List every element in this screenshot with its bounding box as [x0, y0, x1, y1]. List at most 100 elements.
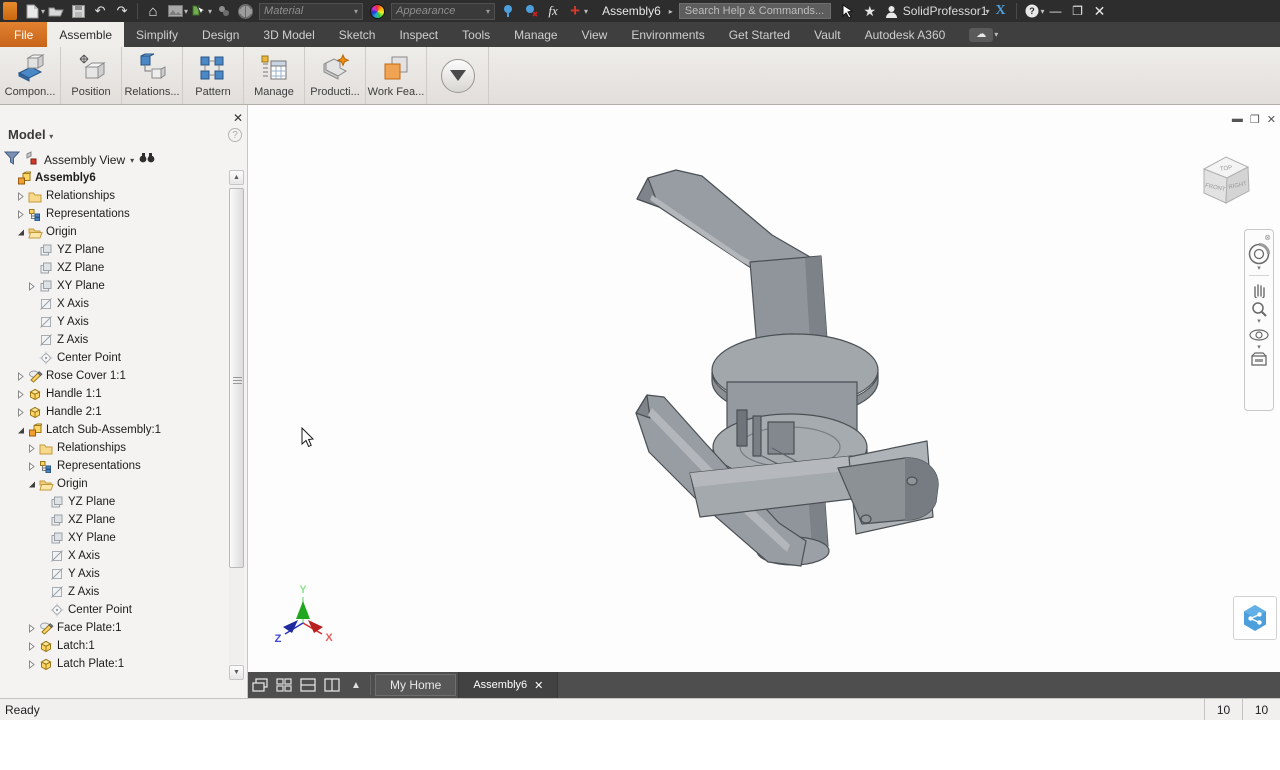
render-icon[interactable] — [165, 1, 185, 21]
scroll-down-icon[interactable]: ▼ — [229, 665, 244, 680]
expand-arrow-icon[interactable] — [26, 462, 38, 471]
search-input[interactable] — [679, 3, 831, 19]
orbit-icon[interactable] — [1249, 326, 1269, 344]
navbar-close-icon[interactable]: ⊗ — [1264, 233, 1271, 242]
ribbon-button-manage[interactable]: Manage — [244, 51, 304, 98]
parameters-fx-icon[interactable]: fx — [543, 1, 563, 21]
browser-title[interactable]: Model ▾ — [8, 127, 53, 142]
ribbon-button-position[interactable]: Position — [61, 51, 121, 98]
split-horizontal-icon[interactable] — [296, 672, 320, 698]
user-dropdown-icon[interactable]: ▾ — [985, 7, 989, 16]
tree-item-xy-plane[interactable]: XY Plane — [0, 529, 230, 547]
expand-arrow-icon[interactable] — [15, 408, 27, 417]
zoom-dropdown-icon[interactable]: ▾ — [1257, 319, 1261, 325]
ribbon-tab-tools[interactable]: Tools — [450, 22, 502, 47]
collapse-arrow-icon[interactable] — [15, 228, 27, 237]
tile-windows-icon[interactable] — [272, 672, 296, 698]
new-file-icon[interactable] — [22, 1, 42, 21]
feedback-cursor-icon[interactable] — [838, 1, 858, 21]
ribbon-tab-simplify[interactable]: Simplify — [124, 22, 190, 47]
tree-item-z-axis[interactable]: Z Axis — [0, 583, 230, 601]
tree-item-x-axis[interactable]: X Axis — [0, 547, 230, 565]
tree-item-handle-1-1[interactable]: Handle 1:1 — [0, 385, 230, 403]
browser-help-icon[interactable]: ? — [228, 128, 242, 142]
color-wheel-icon[interactable] — [367, 1, 387, 21]
ribbon-tab-sketch[interactable]: Sketch — [327, 22, 388, 47]
tab-assembly6[interactable]: Assembly6 ✕ — [458, 672, 558, 698]
tree-item-xy-plane[interactable]: XY Plane — [0, 277, 230, 295]
tree-item-yz-plane[interactable]: YZ Plane — [0, 241, 230, 259]
browser-scrollbar[interactable]: ▲ ▼ — [229, 170, 244, 770]
ribbon-button-pattern[interactable]: Pattern — [183, 51, 243, 98]
split-vertical-icon[interactable] — [320, 672, 344, 698]
scrollbar-thumb[interactable] — [229, 188, 244, 568]
expand-arrow-icon[interactable] — [26, 624, 38, 633]
tree-item-latch-1[interactable]: Latch:1 — [0, 637, 230, 655]
pan-hand-icon[interactable] — [1250, 280, 1268, 298]
expand-arrow-icon[interactable] — [26, 282, 38, 291]
open-icon[interactable] — [46, 1, 66, 21]
undo-icon[interactable]: ↶ — [90, 1, 110, 21]
render-dropdown-icon[interactable]: ▾ — [184, 7, 188, 16]
tree-item-xz-plane[interactable]: XZ Plane — [0, 511, 230, 529]
tree-item-representations[interactable]: Representations — [0, 205, 230, 223]
ribbon-expand-button[interactable] — [441, 59, 475, 93]
help-icon[interactable]: ? — [1022, 1, 1042, 21]
tree-item-yz-plane[interactable]: YZ Plane — [0, 493, 230, 511]
new-file-dropdown-icon[interactable]: ▾ — [41, 7, 45, 16]
viewport-3d[interactable]: ▬ ❐ ✕ — [248, 105, 1280, 672]
zoom-icon[interactable] — [1250, 300, 1268, 318]
adjust-icon[interactable] — [499, 1, 519, 21]
ribbon-tab-autodesk-a360[interactable]: Autodesk A360 — [853, 22, 958, 47]
expand-arrow-icon[interactable] — [15, 192, 27, 201]
home-icon[interactable]: ⌂ — [143, 1, 163, 21]
minimize-button[interactable]: — — [1045, 1, 1067, 21]
filter-icon[interactable] — [4, 151, 20, 170]
ribbon-tab-file[interactable]: File — [0, 22, 47, 47]
ribbon-button-producti[interactable]: Producti... — [305, 51, 365, 98]
ribbon-tab-assemble[interactable]: Assemble — [47, 22, 124, 47]
tree-item-center-point[interactable]: Center Point — [0, 601, 230, 619]
tree-item-origin[interactable]: Origin — [0, 223, 230, 241]
collapse-arrow-icon[interactable] — [15, 426, 27, 435]
ribbon-button-relations[interactable]: Relations... — [122, 51, 182, 98]
material-sphere-icon[interactable] — [235, 1, 255, 21]
measure-dropdown-icon[interactable]: ▾ — [584, 7, 588, 16]
tree-item-relationships[interactable]: Relationships — [0, 187, 230, 205]
tree-item-relationships[interactable]: Relationships — [0, 439, 230, 457]
tree-item-handle-2-1[interactable]: Handle 2:1 — [0, 403, 230, 421]
expand-arrow-icon[interactable] — [26, 660, 38, 669]
tree-item-latch-sub-assembly-1[interactable]: Latch Sub-Assembly:1 — [0, 421, 230, 439]
measure-icon[interactable]: + — [565, 1, 585, 21]
steering-wheel-icon[interactable] — [1248, 243, 1270, 265]
redo-icon[interactable]: ↷ — [112, 1, 132, 21]
material-combo[interactable]: Material ▾ — [259, 3, 363, 20]
favorites-star-icon[interactable]: ★ — [860, 1, 880, 21]
restore-button[interactable]: ❐ — [1067, 1, 1089, 21]
expand-arrow-icon[interactable] — [15, 210, 27, 219]
scroll-up-icon[interactable]: ▲ — [229, 170, 244, 185]
expand-arrow-icon[interactable] — [15, 372, 27, 381]
look-at-icon[interactable] — [1250, 352, 1268, 367]
exchange-apps-icon[interactable]: X — [991, 1, 1011, 21]
tree-item-y-axis[interactable]: Y Axis — [0, 565, 230, 583]
title-expand-icon[interactable]: ▸ — [669, 7, 673, 16]
ribbon-button-compon[interactable]: Compon... — [0, 51, 60, 98]
tree-item-xz-plane[interactable]: XZ Plane — [0, 259, 230, 277]
ribbon-tab-get-started[interactable]: Get Started — [717, 22, 802, 47]
ribbon-tab-vault[interactable]: Vault — [802, 22, 852, 47]
expand-tab-bar-icon[interactable]: ▲ — [344, 672, 368, 698]
search-binoculars-icon[interactable] — [139, 151, 155, 169]
view-cube[interactable]: TOP FRONT RIGHT — [1194, 147, 1258, 213]
tree-item-center-point[interactable]: Center Point — [0, 349, 230, 367]
tree-item-latch-plate-1[interactable]: Latch Plate:1 — [0, 655, 230, 673]
ribbon-tab-3d-model[interactable]: 3D Model — [251, 22, 326, 47]
tree-item-face-plate-1[interactable]: Face Plate:1 — [0, 619, 230, 637]
clear-appearance-icon[interactable] — [521, 1, 541, 21]
username-label[interactable]: SolidProfessor1 — [903, 4, 988, 18]
assembly-view-selector[interactable]: Assembly View — [44, 153, 125, 167]
ribbon-tab-environments[interactable]: Environments — [619, 22, 716, 47]
tree-item-y-axis[interactable]: Y Axis — [0, 313, 230, 331]
orbit-dropdown-icon[interactable]: ▾ — [1257, 345, 1261, 351]
tree-item-assembly6[interactable]: Assembly6 — [0, 169, 230, 187]
